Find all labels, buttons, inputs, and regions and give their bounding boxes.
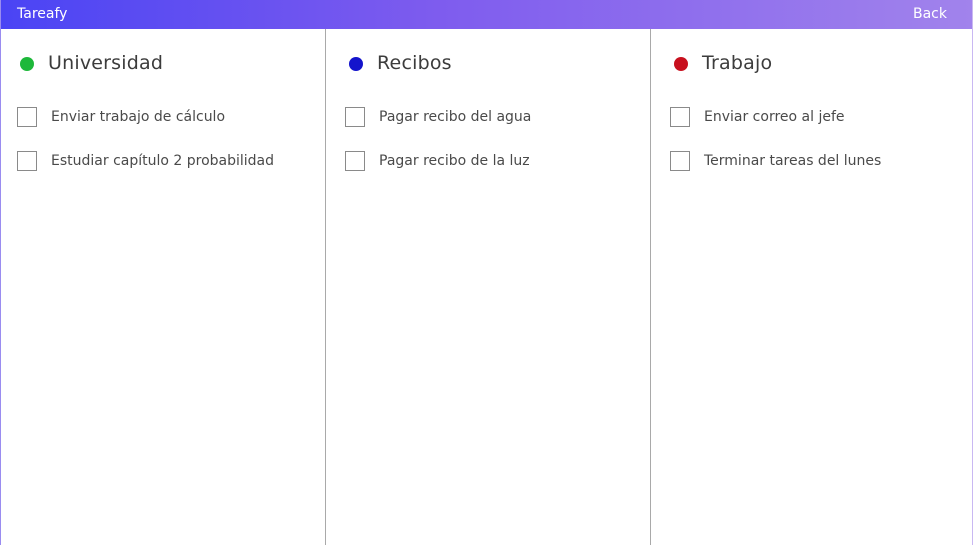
task-checkbox[interactable]	[670, 107, 690, 127]
task-label: Pagar recibo del agua	[379, 109, 532, 125]
task-checkbox[interactable]	[345, 151, 365, 171]
category-color-dot-icon	[674, 56, 688, 71]
category-header: Universidad	[20, 49, 163, 77]
task-item[interactable]: Enviar correo al jefe	[670, 105, 881, 129]
category-color-dot-icon	[349, 56, 363, 71]
category-title: Recibos	[377, 52, 452, 74]
category-color-dot-icon	[20, 56, 34, 71]
category-title: Universidad	[48, 52, 164, 74]
category-column-trabajo: Trabajo Enviar correo al jefe Terminar t…	[650, 29, 972, 545]
title-bar: Tareafy Back	[1, 0, 972, 29]
task-checkbox[interactable]	[670, 151, 690, 171]
category-columns: Universidad Enviar trabajo de cálculo Es…	[1, 29, 972, 545]
category-title: Trabajo	[702, 52, 773, 74]
category-column-recibos: Recibos Pagar recibo del agua Pagar reci…	[325, 29, 650, 545]
task-label: Enviar correo al jefe	[704, 109, 845, 125]
task-item[interactable]: Estudiar capítulo 2 probabilidad	[17, 149, 274, 173]
app-title: Tareafy	[17, 6, 68, 22]
task-checkbox[interactable]	[17, 151, 37, 171]
task-label: Pagar recibo de la luz	[379, 153, 530, 169]
task-checkbox[interactable]	[345, 107, 365, 127]
category-column-universidad: Universidad Enviar trabajo de cálculo Es…	[1, 29, 325, 545]
category-header: Trabajo	[674, 49, 772, 77]
task-checkbox[interactable]	[17, 107, 37, 127]
task-item[interactable]: Terminar tareas del lunes	[670, 149, 881, 173]
task-item[interactable]: Enviar trabajo de cálculo	[17, 105, 274, 129]
task-list: Enviar trabajo de cálculo Estudiar capít…	[17, 105, 274, 193]
task-list: Pagar recibo del agua Pagar recibo de la…	[345, 105, 531, 193]
task-item[interactable]: Pagar recibo del agua	[345, 105, 531, 129]
category-header: Recibos	[349, 49, 452, 77]
back-button[interactable]: Back	[913, 0, 947, 29]
app-window: Tareafy Back Universidad Enviar trabajo …	[0, 0, 973, 545]
task-list: Enviar correo al jefe Terminar tareas de…	[670, 105, 881, 193]
task-item[interactable]: Pagar recibo de la luz	[345, 149, 531, 173]
task-label: Estudiar capítulo 2 probabilidad	[51, 153, 275, 169]
task-label: Enviar trabajo de cálculo	[51, 109, 226, 125]
task-label: Terminar tareas del lunes	[704, 153, 882, 169]
